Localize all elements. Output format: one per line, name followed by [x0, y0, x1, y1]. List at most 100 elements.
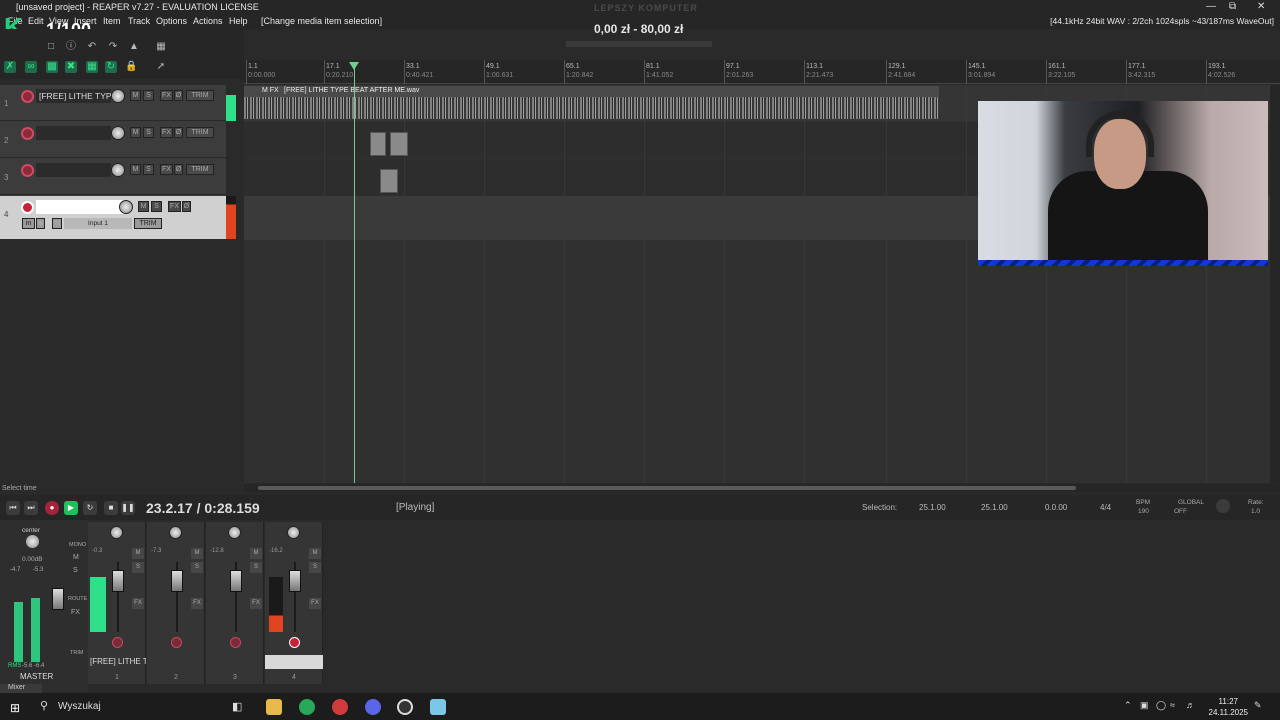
file-explorer-icon[interactable] — [266, 699, 282, 715]
mixer-strip-3[interactable]: -12.8 M S FX 3 — [206, 522, 264, 684]
phase-icon[interactable]: Ø — [182, 201, 191, 212]
master-route-button[interactable]: ROUTE — [68, 596, 87, 602]
solo-button[interactable]: S — [143, 127, 154, 138]
solo-button[interactable]: S — [309, 562, 321, 573]
master-fx-button[interactable]: FX — [71, 609, 80, 616]
master-mono-button[interactable]: MONO — [69, 542, 86, 548]
volume-knob[interactable] — [111, 163, 125, 177]
mute-button[interactable]: M — [130, 127, 141, 138]
menu-undo-hint[interactable]: [Change media item selection] — [261, 16, 382, 26]
mixer-strip-4[interactable]: -16.2 M S FX 4 — [265, 522, 323, 684]
record-arm-button[interactable] — [230, 637, 241, 648]
midi-item[interactable] — [380, 169, 398, 193]
trim-button[interactable]: TRIM — [134, 218, 162, 229]
mixer-strip-2[interactable]: -7.3 M S FX 2 — [147, 522, 205, 684]
fx-button[interactable]: FX — [160, 127, 173, 138]
grid-lines-icon[interactable]: ▦ — [86, 61, 98, 73]
network-icon[interactable]: ▣ — [1140, 700, 1149, 711]
browser-icon[interactable] — [332, 699, 348, 715]
record-input-select[interactable]: Input 1 — [64, 218, 132, 229]
volume-fader[interactable] — [289, 570, 301, 592]
audio-item-waveform[interactable] — [244, 97, 939, 119]
solo-button[interactable]: S — [143, 90, 154, 101]
solo-button[interactable]: S — [250, 562, 262, 573]
playhead-cursor[interactable] — [354, 62, 355, 483]
track-3[interactable]: 3 M S FX Ø TRIM — [0, 159, 226, 195]
phase-icon[interactable]: Ø — [174, 164, 183, 175]
phase-icon[interactable]: Ø — [174, 90, 183, 101]
new-project-icon[interactable]: □ — [45, 41, 57, 53]
midi-item[interactable] — [370, 132, 386, 156]
windows-start-icon[interactable]: ⊞ — [10, 701, 20, 715]
record-arm-button[interactable] — [21, 90, 34, 103]
metronome-icon[interactable]: ▲ — [128, 41, 140, 53]
global-state[interactable]: OFF — [1174, 508, 1187, 515]
volume-icon[interactable]: ♬ — [1186, 700, 1195, 710]
pan-knob[interactable] — [169, 526, 182, 539]
audio-device-status[interactable]: [44.1kHz 24bit WAV : 2/2ch 1024spls ~43/… — [1050, 16, 1274, 26]
trim-button[interactable]: TRIM — [186, 127, 214, 138]
menu-item[interactable]: Item — [103, 16, 121, 26]
menu-track[interactable]: Track — [128, 16, 150, 26]
track-name-field[interactable] — [36, 126, 111, 140]
auto-crossfade-icon[interactable]: ✖ — [65, 61, 77, 73]
loop-icon[interactable]: ↻ — [105, 61, 117, 73]
go-to-start-icon[interactable]: ⏮ — [6, 501, 20, 515]
pause-button[interactable]: ❚❚ — [121, 501, 135, 515]
record-button[interactable]: ● — [45, 501, 59, 515]
bpm-value[interactable]: 190 — [1138, 508, 1149, 515]
stop-button[interactable]: ■ — [104, 501, 118, 515]
minimize-icon[interactable]: — — [1206, 1, 1216, 12]
microphone-icon[interactable]: ◯ — [1156, 700, 1166, 711]
fx-button[interactable]: FX — [160, 90, 173, 101]
master-volume[interactable]: 0.00dB — [22, 556, 43, 563]
playback-position[interactable]: 23.2.17 / 0:28.159 — [146, 500, 260, 516]
pan-knob[interactable] — [228, 526, 241, 539]
fx-button[interactable]: FX — [132, 598, 144, 609]
menu-help[interactable]: Help — [229, 16, 248, 26]
solo-button[interactable]: S — [151, 201, 162, 212]
solo-button[interactable]: S — [132, 562, 144, 573]
lock-icon[interactable]: 🔒 — [125, 61, 137, 73]
record-arm-button[interactable] — [21, 127, 34, 140]
volume-fader[interactable] — [171, 570, 183, 592]
mute-button[interactable]: M — [130, 164, 141, 175]
tray-overflow-icon[interactable]: ⌃ — [1124, 700, 1132, 711]
chrome-icon[interactable] — [299, 699, 315, 715]
menu-actions[interactable]: Actions — [193, 16, 223, 26]
fx-button[interactable]: FX — [160, 164, 173, 175]
volume-fader[interactable] — [230, 570, 242, 592]
track-2[interactable]: 2 M S FX Ø TRIM — [0, 122, 226, 158]
record-arm-button[interactable] — [21, 201, 34, 214]
item-grouping-icon[interactable]: ∞ — [25, 61, 37, 73]
track-name-field[interactable] — [36, 200, 124, 214]
trim-button[interactable]: TRIM — [186, 90, 214, 101]
record-arm-button[interactable] — [21, 164, 34, 177]
master-mute-button[interactable]: M — [73, 554, 79, 561]
trim-button[interactable]: TRIM — [186, 164, 214, 175]
master-solo-button[interactable]: S — [73, 567, 78, 574]
go-to-end-icon[interactable]: ⏭ — [24, 501, 38, 515]
timeline-ruler[interactable]: 1.1 0:00.000 17.1 0:20.210 33.1 0:40.421 49… — [244, 60, 1280, 84]
mute-button[interactable]: M — [250, 548, 262, 559]
selection-end[interactable]: 25.1.00 — [981, 503, 1008, 512]
item-badges[interactable]: M FX — [262, 87, 279, 94]
fx-button[interactable]: FX — [309, 598, 321, 609]
restore-icon[interactable]: ⧉ — [1229, 1, 1236, 12]
input-type-icon[interactable]: ▤ — [52, 218, 62, 229]
track-name-field[interactable] — [36, 163, 111, 177]
track-name-field[interactable]: [FREE] LITHE TYPE BE — [36, 89, 111, 103]
fx-button[interactable]: FX — [191, 598, 203, 609]
mute-button[interactable]: M — [309, 548, 321, 559]
grid-icon[interactable]: ▦ — [155, 41, 167, 53]
undo-icon[interactable]: ↶ — [86, 41, 98, 53]
track-1[interactable]: 1 [FREE] LITHE TYPE BE M S FX Ø TRIM — [0, 85, 226, 121]
repeat-icon[interactable]: ↻ — [83, 501, 97, 515]
monitor-icon[interactable]: ◉ — [36, 218, 45, 229]
master-fader[interactable] — [52, 588, 64, 610]
record-arm-button[interactable] — [289, 637, 300, 648]
taskbar-clock[interactable]: 11:27 24.11.2025 — [1209, 696, 1248, 718]
input-monitor-label[interactable]: in — [22, 218, 35, 229]
selection-start[interactable]: 25.1.00 — [919, 503, 946, 512]
pan-knob[interactable] — [287, 526, 300, 539]
